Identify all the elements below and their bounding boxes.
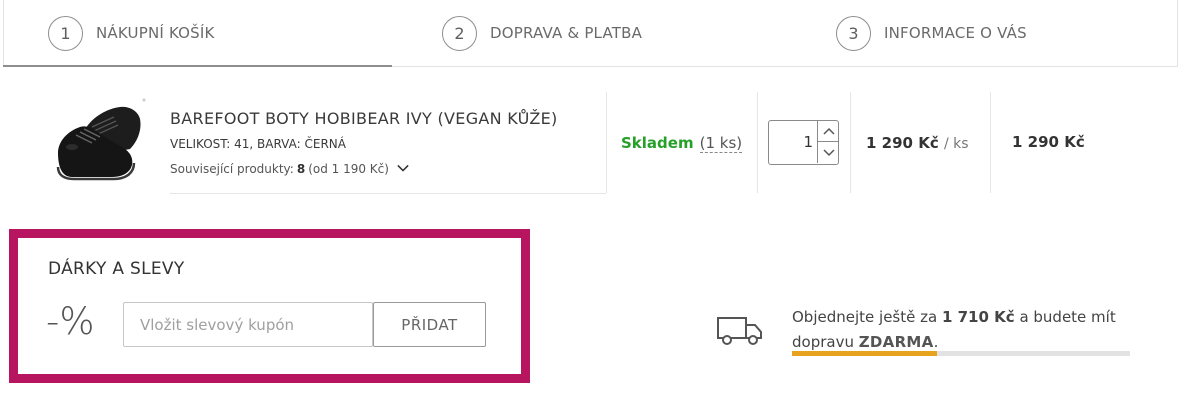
product-image[interactable] [52,97,146,185]
coupon-input[interactable] [123,302,373,347]
shipping-text-after: . [933,333,939,351]
product-name-link[interactable]: BAREFOOT BOTY HOBIBEAR IVY (VEGAN KŮŽE) [170,109,558,128]
step-number: 2 [442,15,477,51]
related-count: 8 [296,162,306,176]
quantity-stepper: 1 [768,120,839,165]
product-divider [170,193,606,194]
step-number: 1 [48,15,83,51]
shipping-free-label: ZDARMA [858,333,934,351]
checkout-steps: 1 NÁKUPNÍ KOŠÍK 2 DOPRAVA & PLATBA 3 INF… [0,0,1181,67]
truck-icon [716,314,764,346]
black-barefoot-shoe-icon [56,98,146,181]
step-label: NÁKUPNÍ KOŠÍK [96,24,215,42]
unit-price: 1 290 Kč [866,134,939,152]
quantity-increase-button[interactable] [817,121,839,142]
steps-divider [392,66,1178,67]
related-products-toggle[interactable]: Související produkty: 8 (od 1 190 Kč) [170,162,409,176]
shipping-remaining-amount: 1 710 Kč [941,308,1015,326]
stock-label: Skladem [621,134,694,152]
stock-status: Skladem (1 ks) [621,134,743,153]
shipping-text-before: Objednejte ještě za [792,308,942,326]
column-separator [757,92,758,193]
free-shipping-progress [792,351,1130,356]
free-shipping-message: Objednejte ještě za 1 710 Kč a budete mí… [792,305,1152,355]
coupon-title: DÁRKY A SLEVY [48,259,185,279]
step-number: 3 [836,15,871,51]
related-price-from: (od 1 190 Kč) [308,162,389,176]
step-customer-info[interactable]: 3 INFORMACE O VÁS [836,15,1027,51]
stock-quantity[interactable]: (1 ks) [699,134,743,153]
chevron-down-icon [822,148,835,156]
related-label: Související produkty: [170,162,294,176]
column-separator [606,92,607,193]
chevron-up-icon [822,127,835,135]
chevron-down-icon [397,163,409,175]
quantity-input[interactable]: 1 [769,121,815,164]
step-label: DOPRAVA & PLATBA [490,24,643,42]
step-label: INFORMACE O VÁS [884,24,1027,42]
free-shipping-progress-fill [792,351,938,356]
column-separator [990,92,991,193]
product-variant: VELIKOST: 41, BARVA: ČERNÁ [170,137,346,151]
discount-percent-icon: -% [46,300,95,343]
column-separator [850,92,851,193]
step-cart[interactable]: 1 NÁKUPNÍ KOŠÍK [48,15,215,51]
total-price: 1 290 Kč [1012,133,1085,151]
step-shipping-payment[interactable]: 2 DOPRAVA & PLATBA [442,15,642,51]
active-step-indicator [3,65,392,67]
add-coupon-button[interactable]: PŘIDAT [373,302,486,347]
per-unit-label: / ks [944,136,969,152]
quantity-decrease-button[interactable] [817,142,839,163]
